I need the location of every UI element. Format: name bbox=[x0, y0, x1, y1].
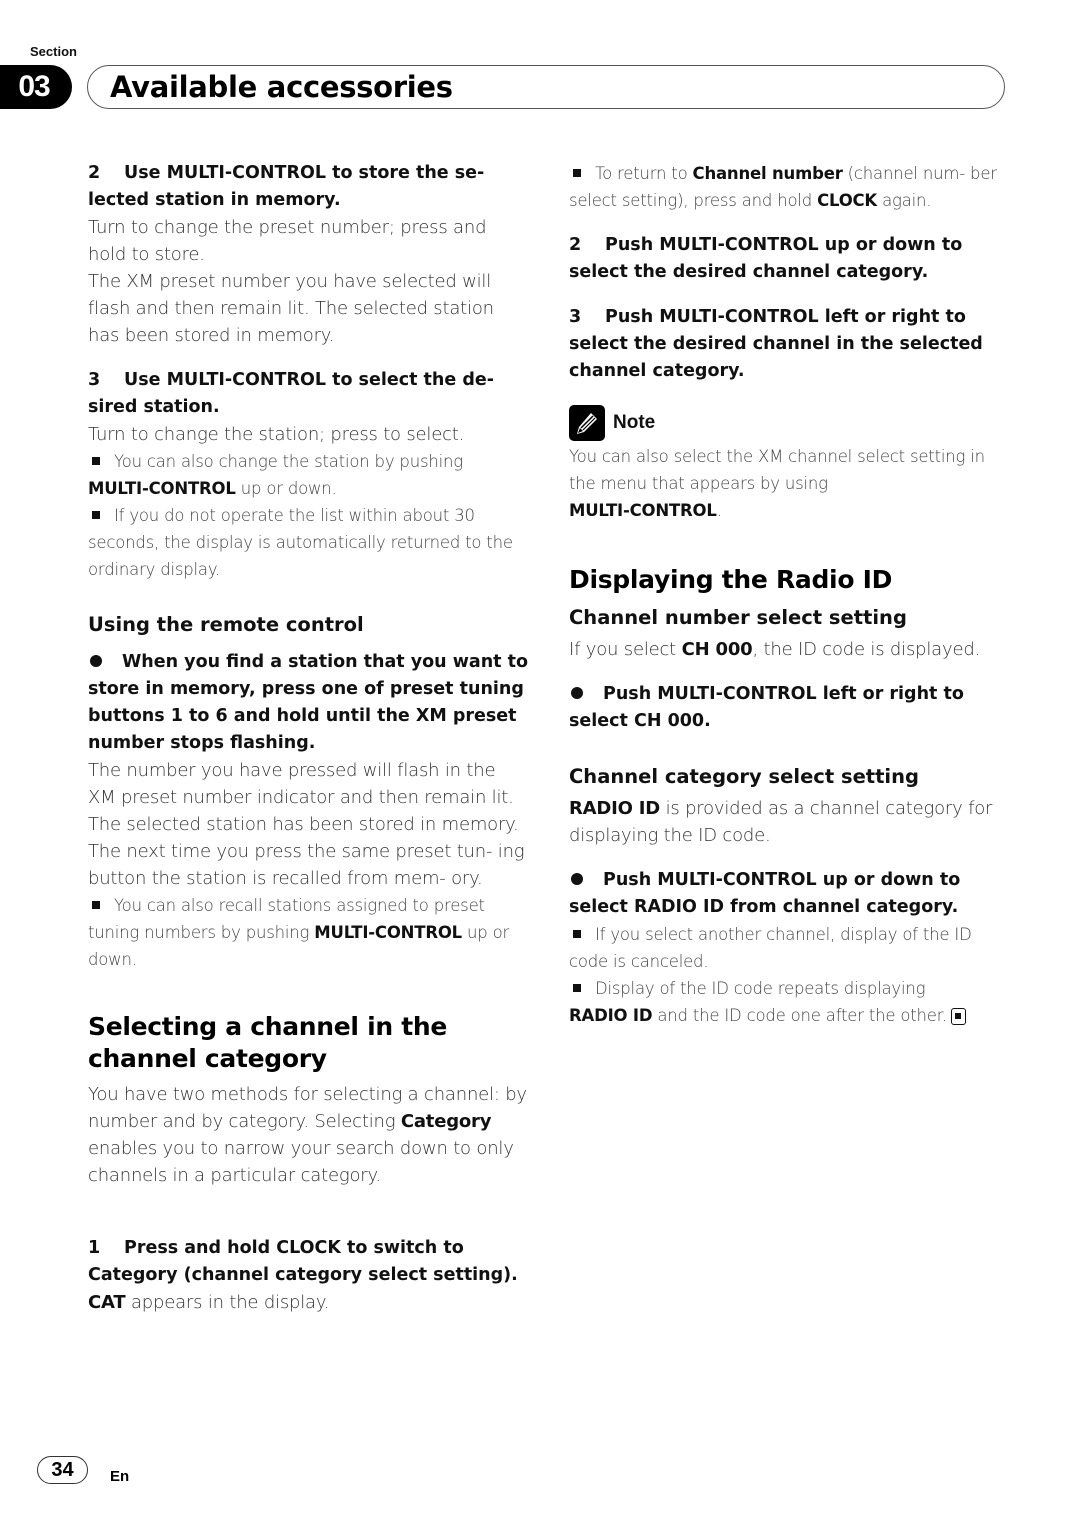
return-channel-number-bullet: To return to Channel number (channel num… bbox=[569, 164, 997, 210]
language-label: En bbox=[110, 1468, 130, 1485]
channel-number-instruction: Push MULTI-CONTROL left or right to sele… bbox=[569, 684, 964, 731]
selecting-channel-heading: Selecting a channel in the channel categ… bbox=[88, 1012, 448, 1073]
pencil-icon bbox=[569, 405, 605, 441]
square-bullet-icon bbox=[92, 511, 100, 519]
round-bullet-icon bbox=[571, 686, 583, 699]
step-2-text-2: The XM preset number you have selected w… bbox=[88, 271, 494, 346]
channel-category-instruction: Push MULTI-CONTROL up or down to select … bbox=[569, 870, 961, 917]
step-3-bullet-2: If you do not operate the list within ab… bbox=[88, 506, 513, 579]
page-number: 34 bbox=[37, 1456, 88, 1484]
step-3-heading: 3 Use MULTI-CONTROL to select the de- sir… bbox=[88, 370, 494, 417]
remote-control-bullet: You can also recall stations assigned to… bbox=[88, 896, 510, 969]
square-bullet-icon bbox=[92, 457, 100, 465]
round-bullet-icon bbox=[571, 872, 583, 885]
page-title: Available accessories bbox=[110, 70, 453, 104]
step-3-text: Turn to change the station; press to sel… bbox=[88, 424, 465, 445]
channel-category-setting-text: RADIO ID is provided as a channel catego… bbox=[569, 798, 993, 846]
selecting-channel-text: You have two methods for selecting a cha… bbox=[88, 1084, 527, 1186]
square-bullet-icon bbox=[573, 984, 581, 992]
square-bullet-icon bbox=[573, 930, 581, 938]
section-label: Section bbox=[30, 44, 77, 59]
end-of-section-icon bbox=[950, 1008, 966, 1025]
radio-id-heading: Displaying the Radio ID bbox=[569, 565, 893, 594]
section-number-badge: 03 bbox=[0, 65, 72, 109]
left-column: 2 Use MULTI-CONTROL to store the se- lect… bbox=[88, 160, 528, 1316]
radio-id-bullet-2: Display of the ID code repeats displayin… bbox=[569, 975, 1009, 1029]
square-bullet-icon bbox=[573, 169, 581, 177]
step-3-bullet-1: You can also change the station by pushi… bbox=[88, 452, 463, 498]
step-1-text: CAT appears in the display. bbox=[88, 1292, 330, 1313]
remote-control-text-1: The number you have pressed will flash i… bbox=[88, 760, 519, 835]
channel-number-setting-text: If you select CH 000, the ID code is dis… bbox=[569, 639, 981, 660]
note-header: Note bbox=[569, 403, 1009, 443]
channel-number-setting-heading: Channel number select setting bbox=[569, 606, 907, 629]
remote-control-instruction: When you find a station that you want to… bbox=[88, 652, 528, 753]
section-title-box: Available accessories bbox=[87, 65, 1005, 109]
right-step-3-heading: 3 Push MULTI-CONTROL left or right to sel… bbox=[569, 307, 983, 381]
step-1-heading: 1 Press and hold CLOCK to switch to Categ… bbox=[88, 1238, 518, 1285]
square-bullet-icon bbox=[92, 901, 100, 909]
remote-control-heading: Using the remote control bbox=[88, 613, 364, 636]
note-text: You can also select the XM channel selec… bbox=[569, 447, 985, 520]
round-bullet-icon bbox=[90, 654, 102, 667]
step-2-heading: 2 Use MULTI-CONTROL to store the se- lect… bbox=[88, 163, 485, 210]
radio-id-bullet-1: If you select another channel, display o… bbox=[569, 925, 972, 971]
note-label: Note bbox=[613, 412, 656, 433]
remote-control-text-2: The next time you press the same preset … bbox=[88, 841, 525, 889]
channel-category-setting-heading: Channel category select setting bbox=[569, 765, 919, 788]
right-step-2-heading: 2 Push MULTI-CONTROL up or down to select… bbox=[569, 235, 963, 282]
right-column: To return to Channel number (channel num… bbox=[569, 160, 1009, 1029]
step-2-text-1: Turn to change the preset number; press … bbox=[88, 217, 487, 265]
